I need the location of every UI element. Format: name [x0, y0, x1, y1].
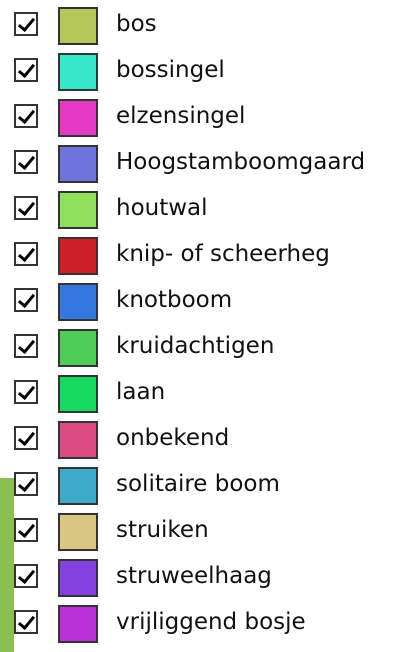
checkbox-bos[interactable] [14, 12, 38, 36]
checkbox-hoogstamboomgaard[interactable] [14, 150, 38, 174]
color-swatch-laan[interactable] [58, 375, 98, 413]
legend-label-bos: bos [116, 11, 157, 37]
legend-item-knip-of-scheerheg: knip- of scheerheg [0, 230, 397, 276]
color-swatch-bossingel[interactable] [58, 53, 98, 91]
legend-item-knotboom: knotboom [0, 276, 397, 322]
legend-label-houtwal: houtwal [116, 195, 208, 221]
checkbox-bossingel[interactable] [14, 58, 38, 82]
color-swatch-knip-of-scheerheg[interactable] [58, 237, 98, 275]
legend-item-bossingel: bossingel [0, 46, 397, 92]
color-swatch-struweelhaag[interactable] [58, 559, 98, 597]
legend-item-struweelhaag: struweelhaag [0, 552, 397, 598]
checkbox-kruidachtigen[interactable] [14, 334, 38, 358]
checkbox-onbekend[interactable] [14, 426, 38, 450]
legend-label-hoogstamboomgaard: Hoogstamboomgaard [116, 149, 366, 175]
color-swatch-bos[interactable] [58, 7, 98, 45]
layer-legend: bos bossingel elzensingel Hoogstamboomga… [0, 0, 397, 652]
legend-item-kruidachtigen: kruidachtigen [0, 322, 397, 368]
legend-item-houtwal: houtwal [0, 184, 397, 230]
checkbox-knotboom[interactable] [14, 288, 38, 312]
legend-item-struiken: struiken [0, 506, 397, 552]
legend-item-hoogstamboomgaard: Hoogstamboomgaard [0, 138, 397, 184]
legend-item-solitaire-boom: solitaire boom [0, 460, 397, 506]
color-swatch-hoogstamboomgaard[interactable] [58, 145, 98, 183]
legend-label-laan: laan [116, 379, 166, 405]
checkbox-struiken[interactable] [14, 518, 38, 542]
checkbox-vrijliggend-bosje[interactable] [14, 610, 38, 634]
color-swatch-solitaire-boom[interactable] [58, 467, 98, 505]
color-swatch-elzensingel[interactable] [58, 99, 98, 137]
color-swatch-onbekend[interactable] [58, 421, 98, 459]
color-swatch-houtwal[interactable] [58, 191, 98, 229]
checkbox-laan[interactable] [14, 380, 38, 404]
color-swatch-vrijliggend-bosje[interactable] [58, 605, 98, 643]
checkbox-struweelhaag[interactable] [14, 564, 38, 588]
legend-label-solitaire-boom: solitaire boom [116, 471, 280, 497]
color-swatch-kruidachtigen[interactable] [58, 329, 98, 367]
checkbox-solitaire-boom[interactable] [14, 472, 38, 496]
checkbox-houtwal[interactable] [14, 196, 38, 220]
checkbox-knip-of-scheerheg[interactable] [14, 242, 38, 266]
legend-label-struiken: struiken [116, 517, 209, 543]
legend-label-bossingel: bossingel [116, 57, 225, 83]
legend-label-kruidachtigen: kruidachtigen [116, 333, 275, 359]
legend-item-bos: bos [0, 0, 397, 46]
legend-label-vrijliggend-bosje: vrijliggend bosje [116, 609, 306, 635]
legend-item-onbekend: onbekend [0, 414, 397, 460]
legend-label-knotboom: knotboom [116, 287, 233, 313]
legend-item-laan: laan [0, 368, 397, 414]
checkbox-elzensingel[interactable] [14, 104, 38, 128]
color-swatch-struiken[interactable] [58, 513, 98, 551]
legend-item-vrijliggend-bosje: vrijliggend bosje [0, 598, 397, 644]
legend-item-elzensingel: elzensingel [0, 92, 397, 138]
legend-label-struweelhaag: struweelhaag [116, 563, 272, 589]
legend-label-elzensingel: elzensingel [116, 103, 246, 129]
legend-label-onbekend: onbekend [116, 425, 230, 451]
legend-label-knip-of-scheerheg: knip- of scheerheg [116, 241, 330, 267]
color-swatch-knotboom[interactable] [58, 283, 98, 321]
